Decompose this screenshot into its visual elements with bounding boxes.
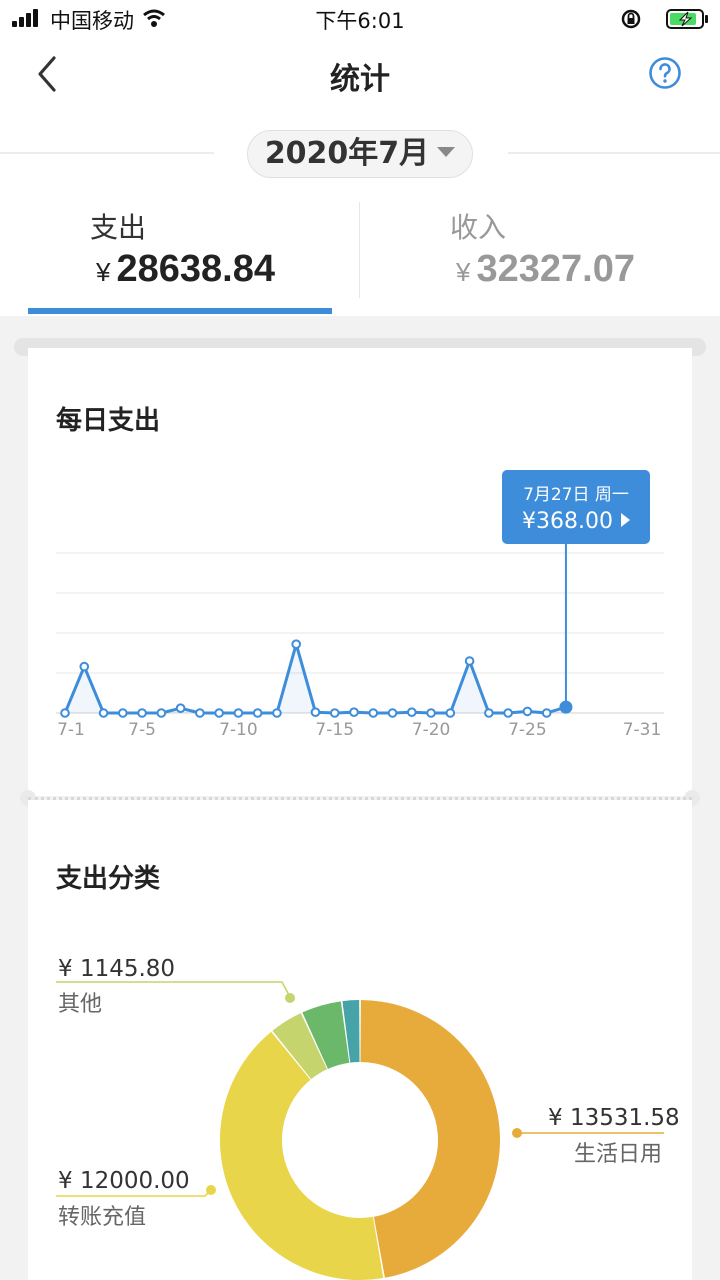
triangle-right-icon: [620, 513, 630, 527]
series-area: [65, 644, 566, 713]
x-tick-label: 7-31: [622, 720, 662, 740]
stats-page: 中国移动 下午6:01 统计 2020年7月 支出 ¥ 28638.84 收入 …: [0, 0, 720, 1280]
data-point: [118, 708, 128, 718]
category-other-amount: ¥ 1145.80: [58, 956, 176, 982]
x-tick-label: 7-15: [315, 720, 355, 740]
tooltip-amount-row: ¥368.00: [502, 509, 650, 534]
category-daily-amount: ¥ 13531.58: [548, 1105, 680, 1131]
data-point: [291, 639, 302, 650]
x-tick-label: 7-20: [411, 720, 451, 740]
data-point: [407, 707, 417, 718]
data-point: [559, 700, 573, 714]
data-point: [349, 707, 359, 718]
tooltip-date: 7月27日 周一: [523, 485, 629, 505]
data-point: [503, 708, 513, 718]
data-point: [368, 708, 379, 718]
data-point: [175, 703, 186, 714]
category-transfer-name: 转账充值: [58, 1205, 147, 1230]
x-tick-label: 7-10: [219, 720, 258, 740]
data-point: [310, 707, 321, 718]
chart-tooltip[interactable]: 7月27日 周一 ¥368.00: [502, 470, 650, 544]
data-point: [445, 708, 456, 718]
leader-dot-other: [285, 993, 295, 1003]
data-point: [252, 708, 263, 718]
data-point: [214, 708, 224, 718]
donut-slice: [220, 1031, 384, 1280]
data-point: [387, 708, 398, 718]
data-point: [79, 661, 90, 672]
tooltip-amount: ¥368.00: [522, 509, 613, 534]
data-point: [60, 708, 70, 718]
data-point: [329, 708, 340, 718]
data-point: [195, 708, 205, 718]
category-daily-name: 生活日用: [574, 1142, 663, 1167]
x-tick-label: 7-1: [57, 720, 85, 740]
data-point: [137, 708, 147, 718]
leader-dot-daily: [512, 1128, 522, 1138]
data-point: [522, 706, 533, 717]
data-point: [98, 708, 109, 718]
data-point: [426, 708, 436, 718]
data-point: [272, 708, 282, 718]
category-other-name: 其他: [58, 992, 103, 1017]
x-tick-label: 7-5: [128, 720, 156, 740]
data-point: [484, 708, 494, 718]
daily-expense-chart: [56, 544, 664, 718]
data-point: [464, 656, 475, 666]
data-point: [541, 708, 552, 718]
donut-slice: [360, 1000, 500, 1278]
x-tick-label: 7-25: [508, 720, 547, 740]
category-transfer-amount: ¥ 12000.00: [58, 1168, 190, 1194]
data-point: [233, 708, 244, 718]
data-point: [156, 708, 167, 718]
leader-dot-transfer: [206, 1185, 216, 1195]
series-line: [63, 642, 567, 715]
